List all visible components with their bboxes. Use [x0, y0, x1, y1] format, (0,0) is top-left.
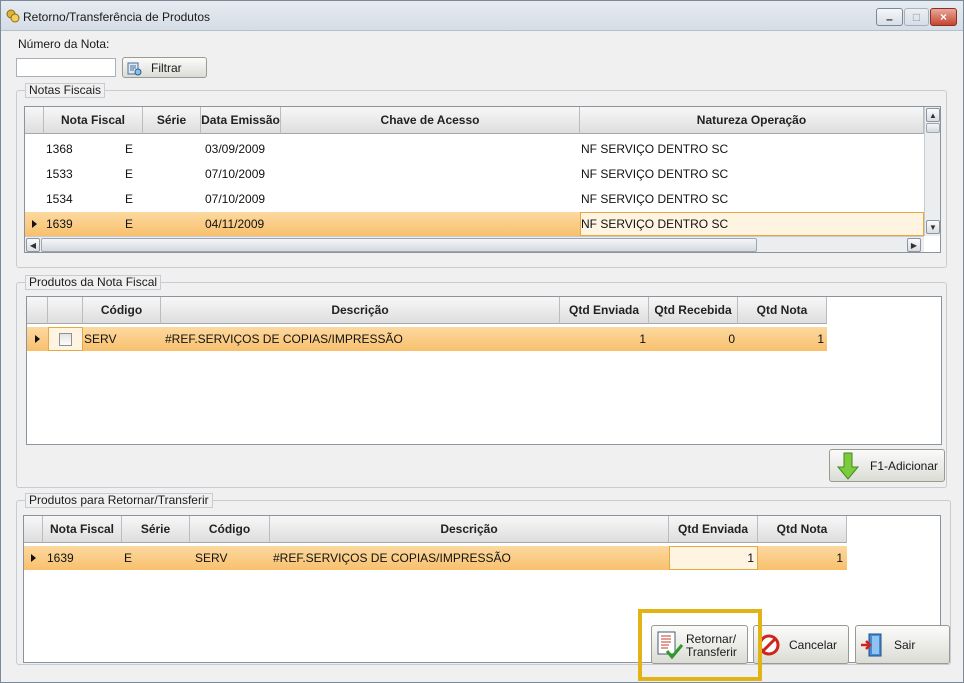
cancelar-button[interactable]: Cancelar — [753, 625, 849, 664]
serie-cell: E — [124, 551, 133, 565]
col-qtd-nota[interactable]: Qtd Nota — [738, 297, 827, 324]
produtos-row-header-corner — [27, 297, 48, 324]
numero-nota-input[interactable] — [16, 58, 116, 77]
qtd-nota-cell: 1 — [836, 551, 843, 565]
col-serie[interactable]: Série — [143, 107, 201, 134]
col-select[interactable] — [48, 297, 83, 324]
col-qtd-enviada[interactable]: Qtd Enviada — [560, 297, 649, 324]
cancelar-label: Cancelar — [789, 638, 838, 652]
filtrar-label: Filtrar — [151, 61, 182, 75]
serie-cell: E — [125, 217, 134, 231]
close-icon: × — [939, 10, 947, 24]
main-window: Retorno/Transferência de Produtos – □ × … — [0, 0, 964, 683]
maximize-icon: □ — [912, 10, 921, 24]
vscroll-thumb[interactable] — [926, 123, 940, 133]
data-cell: 04/11/2009 — [205, 217, 265, 231]
app-icon — [6, 9, 20, 23]
col-nota-fiscal[interactable]: Nota Fiscal — [43, 516, 122, 543]
qtd-enviada-cell: 1 — [747, 551, 754, 565]
col-serie[interactable]: Série — [122, 516, 190, 543]
notas-grid: Nota Fiscal Série Data Emissão Chave de … — [24, 106, 941, 253]
retornar-title: Produtos para Retornar/Transferir — [25, 493, 213, 508]
nota-cell: 1534 — [46, 192, 73, 206]
qtd-nota-cell: 1 — [817, 332, 824, 346]
row-pointer-icon — [35, 335, 40, 343]
retornar-row-header-corner — [24, 516, 43, 543]
natureza-cell: NF SERVIÇO DENTRO SC — [581, 192, 729, 206]
close-button[interactable]: × — [930, 8, 957, 26]
col-qtd-enviada[interactable]: Qtd Enviada — [669, 516, 758, 543]
codigo-cell: SERV — [195, 551, 228, 565]
sair-button[interactable]: Sair — [855, 625, 950, 664]
produtos-grid: Código Descrição Qtd Enviada Qtd Recebid… — [26, 296, 942, 445]
col-nota-fiscal[interactable]: Nota Fiscal — [44, 107, 143, 134]
data-cell: 07/10/2009 — [205, 192, 266, 206]
col-chave-acesso[interactable]: Chave de Acesso — [281, 107, 580, 134]
notas-row-header-corner — [25, 107, 44, 134]
natureza-cell: NF SERVIÇO DENTRO SC — [581, 167, 729, 181]
col-codigo[interactable]: Código — [83, 297, 161, 324]
data-cell: 03/09/2009 — [205, 142, 266, 156]
nota-cell: 1639 — [46, 217, 73, 231]
adicionar-button[interactable]: F1-Adicionar — [829, 449, 945, 482]
codigo-cell: SERV — [84, 332, 117, 346]
minimize-icon: – — [886, 12, 893, 26]
scroll-left-icon[interactable]: ◀ — [26, 238, 40, 252]
retornar-highlight-frame — [638, 609, 762, 681]
window-title: Retorno/Transferência de Produtos — [23, 10, 210, 24]
nota-cell: 1533 — [46, 167, 73, 181]
nota-cell: 1639 — [47, 551, 74, 565]
col-codigo[interactable]: Código — [190, 516, 270, 543]
natureza-cell: NF SERVIÇO DENTRO SC — [581, 142, 729, 156]
hscroll-thumb[interactable] — [41, 238, 757, 252]
filtrar-button[interactable]: Filtrar — [122, 57, 207, 78]
produtos-nota-title: Produtos da Nota Fiscal — [25, 275, 162, 290]
maximize-button: □ — [904, 8, 929, 26]
data-cell: 07/10/2009 — [205, 167, 266, 181]
notas-fiscais-title: Notas Fiscais — [25, 83, 106, 98]
exit-door-icon — [861, 633, 882, 657]
notas-hscrollbar[interactable]: ◀ ▶ — [25, 236, 924, 252]
col-descricao[interactable]: Descrição — [161, 297, 560, 324]
natureza-cell: NF SERVIÇO DENTRO SC — [581, 217, 729, 231]
scroll-down-icon[interactable]: ▼ — [926, 220, 940, 234]
row-pointer-icon — [31, 554, 36, 562]
qtd-enviada-cell: 1 — [639, 332, 646, 346]
qtd-recebida-cell: 0 — [728, 332, 735, 346]
filter-icon — [127, 62, 142, 76]
col-qtd-recebida[interactable]: Qtd Recebida — [649, 297, 738, 324]
row-pointer-icon — [32, 220, 37, 228]
col-data-emissao[interactable]: Data Emissão — [201, 107, 281, 134]
numero-nota-label: Número da Nota: — [18, 37, 110, 51]
col-descricao[interactable]: Descrição — [270, 516, 669, 543]
col-natureza-operacao[interactable]: Natureza Operação — [580, 107, 924, 134]
row-checkbox[interactable] — [59, 333, 72, 346]
notas-vscrollbar[interactable]: ▲ ▼ — [924, 107, 940, 236]
scroll-right-icon[interactable]: ▶ — [907, 238, 921, 252]
down-arrow-icon — [836, 452, 860, 480]
serie-cell: E — [125, 167, 134, 181]
nota-cell: 1368 — [46, 142, 73, 156]
descricao-cell: #REF.SERVIÇOS DE COPIAS/IMPRESSÃO — [273, 551, 511, 565]
adicionar-label: F1-Adicionar — [870, 459, 939, 473]
title-bar: Retorno/Transferência de Produtos – □ × — [1, 1, 963, 31]
sair-label: Sair — [894, 638, 916, 652]
minimize-button[interactable]: – — [876, 8, 903, 26]
serie-cell: E — [125, 142, 134, 156]
descricao-cell: #REF.SERVIÇOS DE COPIAS/IMPRESSÃO — [165, 332, 403, 346]
col-qtd-nota[interactable]: Qtd Nota — [758, 516, 847, 543]
scroll-up-icon[interactable]: ▲ — [926, 108, 940, 122]
serie-cell: E — [125, 192, 134, 206]
